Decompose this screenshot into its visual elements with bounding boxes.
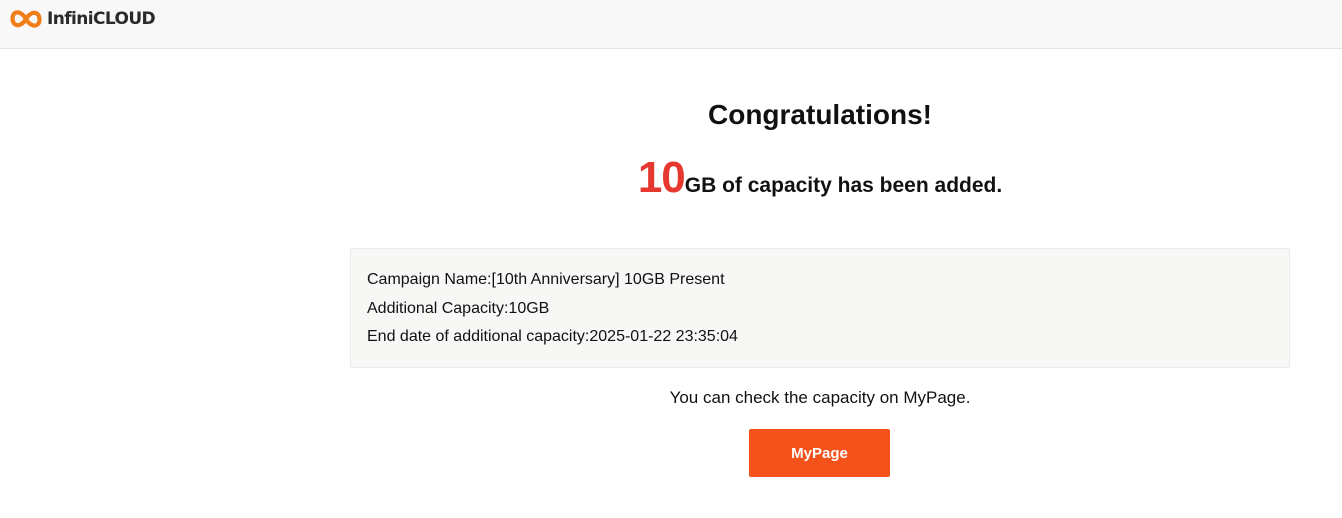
logo-text: InfiniCLOUD	[47, 9, 156, 29]
page-title: Congratulations!	[708, 99, 932, 130]
additional-capacity-row: Additional Capacity:10GB	[367, 295, 1273, 324]
mypage-button[interactable]: MyPage	[749, 429, 890, 477]
end-date-row: End date of additional capacity:2025-01-…	[367, 323, 1273, 352]
additional-capacity-value: 10GB	[508, 299, 550, 317]
infinity-icon	[8, 6, 44, 32]
end-date-label: End date of additional capacity:	[367, 328, 590, 345]
main-content: Congratulations! 10GB of capacity has be…	[0, 49, 1342, 518]
capacity-headline-text: GB of capacity has been added.	[684, 174, 1003, 197]
site-logo[interactable]: InfiniCLOUD	[8, 5, 156, 33]
end-date-value: 2025-01-22 23:35:04	[589, 328, 738, 345]
capacity-headline: 10GB of capacity has been added.	[350, 153, 1290, 213]
campaign-name-value: [10th Anniversary] 10GB Present	[491, 271, 725, 288]
campaign-name-row: Campaign Name:[10th Anniversary] 10GB Pr…	[367, 266, 1273, 295]
campaign-info-box: Campaign Name:[10th Anniversary] 10GB Pr…	[350, 248, 1290, 368]
mypage-note: You can check the capacity on MyPage.	[669, 388, 971, 407]
campaign-name-label: Campaign Name:	[367, 271, 492, 288]
site-header: InfiniCLOUD	[0, 0, 1342, 49]
capacity-amount: 10	[637, 153, 686, 202]
additional-capacity-label: Additional Capacity:	[367, 299, 509, 317]
